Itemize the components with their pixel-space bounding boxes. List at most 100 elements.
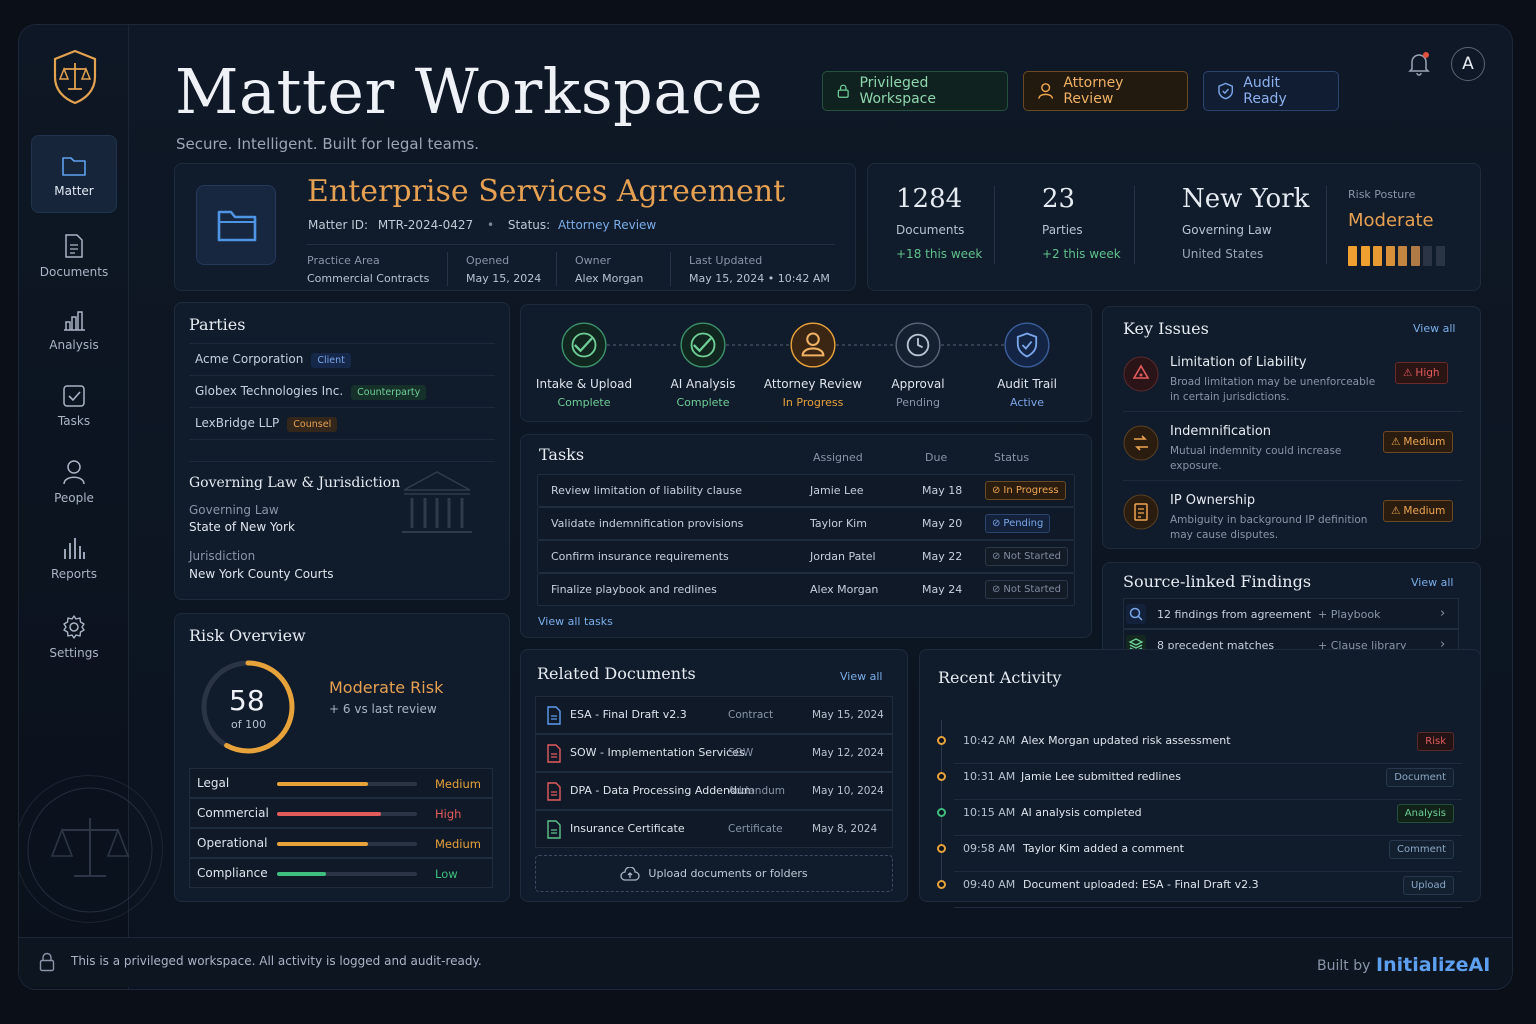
risk-overview-card: Risk Overview 58 of 100 Moderate Risk + … <box>174 613 510 902</box>
checkbox-icon <box>31 384 117 408</box>
bars-icon <box>31 535 117 561</box>
risk-posture-label: Risk Posture <box>1348 188 1416 201</box>
trusted-secure-seal <box>19 775 163 923</box>
stat-sub: United States <box>1182 247 1264 261</box>
task-name: Validate indemnification provisions <box>551 517 744 530</box>
document-row[interactable]: DPA - Data Processing Addendum Addendum Ma… <box>535 772 893 810</box>
task-row[interactable]: Confirm insurance requirements Jordan Pat… <box>537 540 1075 573</box>
view-all-tasks-link[interactable]: View all tasks <box>538 615 613 628</box>
timeline-dot <box>937 808 946 817</box>
risk-category-fill <box>277 872 326 876</box>
meta-divider <box>447 252 448 286</box>
page-subtitle: Secure. Intelligent. Built for legal tea… <box>176 135 480 153</box>
pipeline-step-4[interactable]: Approval Pending <box>858 305 978 423</box>
activity-text: Alex Morgan updated risk assessment <box>1021 734 1231 747</box>
sidebar-item-settings[interactable]: Settings <box>31 596 117 674</box>
risk-category-fill <box>277 782 368 786</box>
task-due: May 20 <box>922 517 963 530</box>
pipeline-step-5[interactable]: Audit Trail Active <box>967 305 1087 423</box>
pipeline-step-status: Pending <box>896 396 940 409</box>
document-row[interactable]: Insurance Certificate Certificate May 8, 2… <box>535 810 893 848</box>
indemnity-arrows-icon <box>1123 425 1159 465</box>
status-icon: ⊘ <box>992 518 1001 529</box>
documents-title: Related Documents <box>537 664 696 683</box>
key-issue-item[interactable]: IP Ownership Ambiguity in background IP d… <box>1103 488 1482 548</box>
meta-value: Alex Morgan <box>575 272 644 285</box>
privileged-workspace-pill[interactable]: Privileged Workspace <box>822 71 1008 111</box>
task-name: Review limitation of liability clause <box>551 484 742 497</box>
key-issue-item[interactable]: Limitation of Liability Broad limitation … <box>1103 350 1482 410</box>
task-row[interactable]: Review limitation of liability clause Jam… <box>537 474 1075 507</box>
severity-text: Medium <box>1403 505 1446 517</box>
documents-view-all[interactable]: View all <box>840 670 882 683</box>
col-assigned: Assigned <box>813 451 863 464</box>
user-icon <box>1038 83 1054 99</box>
activity-row[interactable]: 10:31 AM Jamie Lee submitted redlines Docu… <box>954 764 1462 800</box>
meta-label: Last Updated <box>689 254 763 267</box>
activity-row[interactable]: 09:58 AM Taylor Kim added a comment Commen… <box>954 836 1462 872</box>
risk-posture-segment <box>1398 246 1407 266</box>
issue-divider <box>1123 480 1463 481</box>
document-row[interactable]: SOW - Implementation Services SOW May 12, … <box>535 734 893 772</box>
activity-time: 10:31 AM <box>963 770 1016 783</box>
document-name: Insurance Certificate <box>570 822 685 835</box>
activity-row[interactable]: 09:40 AM Document uploaded: ESA - Final D… <box>954 872 1462 908</box>
sidebar-item-people[interactable]: People <box>31 441 117 519</box>
risk-category-fill <box>277 842 368 846</box>
task-assignee: Jamie Lee <box>810 484 864 497</box>
audit-ready-pill[interactable]: Audit Ready <box>1203 71 1339 111</box>
avatar[interactable]: A <box>1451 47 1485 81</box>
doc-red-icon <box>546 782 562 805</box>
meta-value: May 15, 2024 • 10:42 AM <box>689 272 830 285</box>
pipeline-step-3[interactable]: Attorney Review In Progress <box>753 305 873 423</box>
risk-category-name: Commercial <box>197 806 269 820</box>
activity-time: 09:40 AM <box>963 878 1016 891</box>
task-status-text: Not Started <box>1003 584 1062 595</box>
findings-view-all[interactable]: View all <box>1411 576 1453 589</box>
sidebar-item-tasks[interactable]: Tasks <box>31 366 117 444</box>
task-row[interactable]: Validate indemnification provisions Taylo… <box>537 507 1075 540</box>
sidebar-item-label: Settings <box>49 646 99 660</box>
key-issue-item[interactable]: Indemnification Mutual indemnity could in… <box>1103 419 1482 479</box>
pipeline-step-1[interactable]: Intake & Upload Complete <box>524 305 644 423</box>
alert-icon <box>1123 356 1159 396</box>
party-divider <box>189 343 495 344</box>
task-row[interactable]: Finalize playbook and redlines Alex Morga… <box>537 573 1075 606</box>
document-row[interactable]: ESA - Final Draft v2.3 Contract May 15, 20… <box>535 696 893 734</box>
activity-row[interactable]: 10:15 AM AI analysis completed Analysis <box>954 800 1462 836</box>
party-row[interactable]: LexBridge LLP Counsel <box>195 416 338 432</box>
sidebar-item-documents[interactable]: Documents <box>31 215 117 293</box>
sidebar-item-analysis[interactable]: Analysis <box>31 290 117 368</box>
pipeline-step-2[interactable]: AI Analysis Complete <box>643 305 763 423</box>
recent-activity-card: Recent Activity 10:42 AM Alex Morgan upda… <box>919 649 1481 908</box>
task-due: May 18 <box>922 484 963 497</box>
col-due: Due <box>925 451 948 464</box>
sidebar-item-reports[interactable]: Reports <box>31 517 117 595</box>
upload-dropzone[interactable]: Upload documents or folders <box>535 855 893 892</box>
key-issues-view-all[interactable]: View all <box>1413 322 1455 335</box>
activity-row[interactable]: 10:42 AM Alex Morgan updated risk assessm… <box>954 728 1462 764</box>
activity-tag: Risk <box>1417 732 1454 751</box>
search-icon <box>1126 604 1146 628</box>
party-divider <box>189 461 495 462</box>
stat-value: 23 <box>1042 184 1076 214</box>
risk-change-value: + 6 <box>329 702 351 716</box>
risk-category-name: Operational <box>197 836 268 850</box>
step-user-icon <box>790 322 836 372</box>
finding-row[interactable]: 12 findings from agreement + Playbook › <box>1123 598 1459 629</box>
pipeline-step-label: AI Analysis <box>670 377 736 391</box>
severity-badge: ⚠ Medium <box>1383 431 1454 453</box>
party-row[interactable]: Acme Corporation Client <box>195 352 351 368</box>
document-type: Certificate <box>728 823 783 835</box>
pipeline-step-status: Active <box>1009 396 1045 409</box>
attorney-review-pill[interactable]: Attorney Review <box>1023 71 1188 111</box>
party-row[interactable]: Globex Technologies Inc. Counterparty <box>195 384 427 400</box>
sidebar-item-matter[interactable]: Matter <box>31 135 117 213</box>
status-value[interactable]: Attorney Review <box>558 218 656 232</box>
meta-divider <box>670 252 671 286</box>
warning-icon: ⚠ <box>1391 505 1401 517</box>
party-role-badge: Counterparty <box>351 385 427 400</box>
cloud-upload-icon <box>620 866 641 881</box>
notifications-bell-icon[interactable] <box>1407 51 1431 77</box>
brand-name[interactable]: InitializeAI <box>1376 954 1490 976</box>
